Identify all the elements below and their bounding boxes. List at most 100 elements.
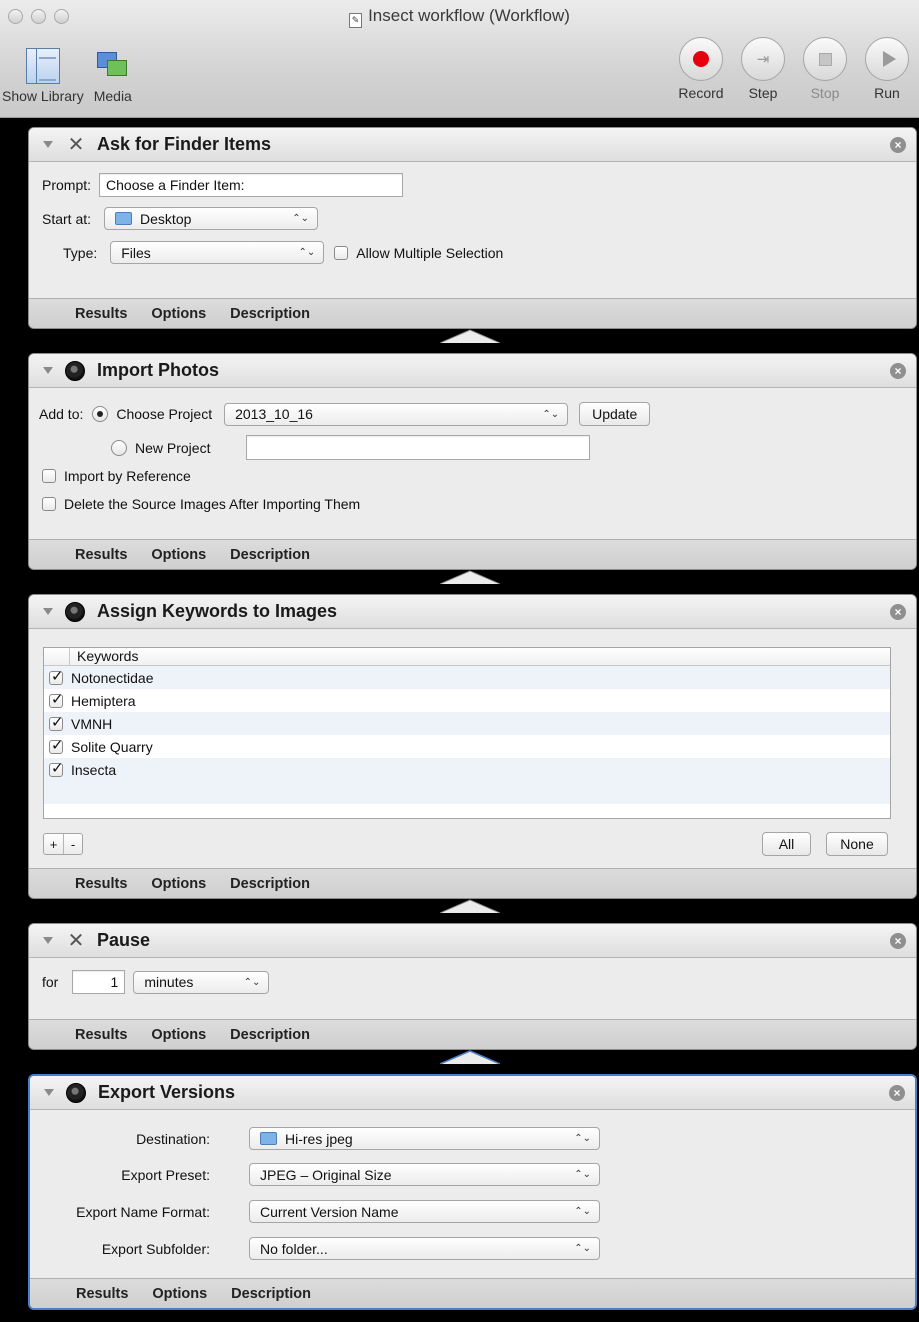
description-tab[interactable]: Description xyxy=(230,1027,310,1043)
action-pause[interactable]: ✕ Pause × for 1 minutes ⌃⌄ Results Optio… xyxy=(28,923,917,1050)
stop-button[interactable]: Stop xyxy=(799,37,851,101)
action-title: Export Versions xyxy=(98,1082,236,1102)
disclosure-triangle-icon[interactable] xyxy=(43,141,53,148)
action-header[interactable]: Export Versions × xyxy=(30,1076,915,1110)
action-export-versions[interactable]: Export Versions × Destination: Hi-res jp… xyxy=(28,1074,917,1310)
none-button-label: None xyxy=(840,836,874,852)
media-label: Media xyxy=(93,88,132,104)
keywords-column-header[interactable]: Keywords xyxy=(44,648,890,666)
add-keyword-button[interactable]: + xyxy=(44,834,63,854)
all-button-label: All xyxy=(778,836,795,852)
keywords-rows: Notonectidae Hemiptera VMNH Solite Quarry In… xyxy=(44,666,890,781)
action-title: Assign Keywords to Images xyxy=(97,601,338,621)
start-at-popup[interactable]: Desktop ⌃⌄ xyxy=(104,207,319,230)
results-tab[interactable]: Results xyxy=(75,306,127,322)
delete-source-checkbox[interactable] xyxy=(42,497,56,511)
export-preset-popup[interactable]: JPEG – Original Size ⌃⌄ xyxy=(249,1163,600,1186)
action-header[interactable]: Import Photos × xyxy=(29,354,916,388)
pause-amount-field[interactable]: 1 xyxy=(72,970,126,994)
description-tab[interactable]: Description xyxy=(230,547,310,563)
run-button[interactable]: Run xyxy=(861,37,913,101)
action-footer: Results Options Description xyxy=(30,1278,915,1308)
keyword-row[interactable]: Solite Quarry xyxy=(44,735,890,758)
update-button-label: Update xyxy=(592,406,638,422)
popup-arrows-icon: ⌃⌄ xyxy=(542,408,560,420)
popup-arrows-icon: ⌃⌄ xyxy=(298,247,316,258)
export-preset-value: JPEG – Original Size xyxy=(260,1166,392,1183)
export-name-format-popup[interactable]: Current Version Name ⌃⌄ xyxy=(249,1200,600,1223)
results-tab[interactable]: Results xyxy=(76,1286,128,1302)
update-button[interactable]: Update xyxy=(579,402,651,426)
options-tab[interactable]: Options xyxy=(151,306,206,322)
disclosure-triangle-icon[interactable] xyxy=(43,937,53,944)
keyword-checkbox[interactable] xyxy=(49,690,64,708)
pause-unit-popup[interactable]: minutes ⌃⌄ xyxy=(133,970,270,994)
remove-action-icon[interactable]: × xyxy=(890,363,906,379)
allow-multiple-label: Allow Multiple Selection xyxy=(356,244,504,261)
description-tab[interactable]: Description xyxy=(231,1286,311,1302)
type-popup[interactable]: Files ⌃⌄ xyxy=(110,241,325,264)
keyword-checkbox[interactable] xyxy=(49,736,64,754)
show-library-button[interactable]: Show Library xyxy=(2,44,84,104)
options-tab[interactable]: Options xyxy=(151,1027,206,1043)
results-tab[interactable]: Results xyxy=(75,1027,127,1043)
keyword-label: Hemiptera xyxy=(71,692,136,709)
remove-keyword-button[interactable]: - xyxy=(63,834,82,854)
record-icon xyxy=(693,51,709,67)
import-by-reference-checkbox[interactable] xyxy=(42,469,56,483)
record-button[interactable]: Record xyxy=(675,37,727,101)
destination-value: Hi-res jpeg xyxy=(285,1130,353,1147)
new-project-field[interactable] xyxy=(246,435,591,460)
disclosure-triangle-icon[interactable] xyxy=(43,608,53,615)
keyword-row[interactable]: Insecta xyxy=(44,758,890,781)
aperture-icon xyxy=(65,601,85,622)
allow-multiple-checkbox[interactable] xyxy=(334,245,349,260)
new-project-radio[interactable] xyxy=(111,439,127,456)
media-button[interactable]: Media xyxy=(94,44,132,104)
options-tab[interactable]: Options xyxy=(151,547,206,563)
select-none-button[interactable]: None xyxy=(826,832,888,856)
remove-action-icon[interactable]: × xyxy=(890,137,906,153)
project-value: 2013_10_16 xyxy=(235,406,313,422)
keyword-checkbox[interactable] xyxy=(49,759,64,777)
action-ask-for-finder-items[interactable]: ✕ Ask for Finder Items × Prompt: Choose … xyxy=(28,127,917,329)
export-subfolder-label: Export Subfolder: xyxy=(101,1240,210,1257)
results-tab[interactable]: Results xyxy=(75,547,127,563)
export-subfolder-popup[interactable]: No folder... ⌃⌄ xyxy=(249,1237,600,1260)
library-icon xyxy=(25,48,60,84)
remove-action-icon[interactable]: × xyxy=(890,933,906,949)
disclosure-triangle-icon[interactable] xyxy=(43,367,53,374)
step-button[interactable]: ⇥ Step xyxy=(737,37,789,101)
action-assign-keywords[interactable]: Assign Keywords to Images × Keywords Not… xyxy=(28,594,917,899)
action-header[interactable]: ✕ Ask for Finder Items × xyxy=(29,128,916,162)
keywords-table[interactable]: Keywords Notonectidae Hemiptera VMNH Solite… xyxy=(43,647,891,819)
results-tab[interactable]: Results xyxy=(75,876,127,892)
workflow-area: ✕ Ask for Finder Items × Prompt: Choose … xyxy=(0,118,919,1322)
select-all-button[interactable]: All xyxy=(762,832,811,856)
project-popup[interactable]: 2013_10_16 ⌃⌄ xyxy=(224,402,569,426)
pause-unit-value: minutes xyxy=(144,974,194,990)
delete-source-label: Delete the Source Images After Importing… xyxy=(64,496,361,512)
popup-arrows-icon: ⌃⌄ xyxy=(292,213,310,224)
keyword-row[interactable]: Hemiptera xyxy=(44,689,890,712)
remove-action-icon[interactable]: × xyxy=(890,604,906,620)
description-tab[interactable]: Description xyxy=(230,876,310,892)
destination-popup[interactable]: Hi-res jpeg ⌃⌄ xyxy=(249,1127,600,1150)
action-footer: Results Options Description xyxy=(29,868,916,898)
disclosure-triangle-icon[interactable] xyxy=(44,1089,54,1096)
description-tab[interactable]: Description xyxy=(230,306,310,322)
action-header[interactable]: Assign Keywords to Images × xyxy=(29,595,916,629)
keyword-checkbox[interactable] xyxy=(49,713,64,731)
run-icon xyxy=(882,51,896,67)
prompt-field[interactable]: Choose a Finder Item: xyxy=(99,173,404,197)
window-title: ✎ Insect workflow (Workflow) xyxy=(0,6,919,28)
options-tab[interactable]: Options xyxy=(151,876,206,892)
keyword-row[interactable]: Notonectidae xyxy=(44,666,890,689)
action-header[interactable]: ✕ Pause × xyxy=(29,924,916,958)
keyword-checkbox[interactable] xyxy=(49,667,64,685)
remove-action-icon[interactable]: × xyxy=(889,1085,905,1101)
options-tab[interactable]: Options xyxy=(152,1286,207,1302)
choose-project-radio[interactable] xyxy=(92,406,109,422)
keyword-row[interactable]: VMNH xyxy=(44,712,890,735)
action-import-photos[interactable]: Import Photos × Add to: Choose Project 2… xyxy=(28,353,917,570)
